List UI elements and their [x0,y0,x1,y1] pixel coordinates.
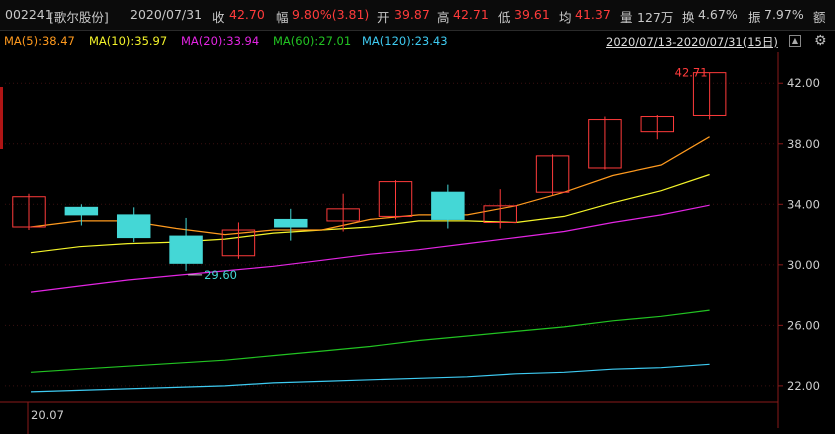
y-tick-label: 22.00 [787,379,820,393]
candlestick-chart: 42.00 38.00 34.00 30.00 26.00 22.00 20.07 42.71… [0,52,820,434]
x-tick-label: 20.07 [31,408,64,422]
y-tick-label: 26.00 [787,318,820,332]
candle-body [431,191,465,220]
candle-body [169,235,203,264]
left-edge-marker [0,87,3,149]
low-annotation-label: 29.60 [204,268,237,282]
ma60-line [30,309,710,373]
y-tick-label: 34.00 [787,197,820,211]
y-tick-label: 38.00 [787,137,820,151]
candle-body [64,206,99,216]
y-tick-label: 42.00 [787,76,820,90]
ma120-line [30,363,710,393]
y-tick-label: 30.00 [787,258,820,272]
ma10-line [30,173,710,254]
candle-body [274,218,308,228]
candle-body [116,214,151,239]
high-annotation-label: 42.71 [675,65,708,79]
